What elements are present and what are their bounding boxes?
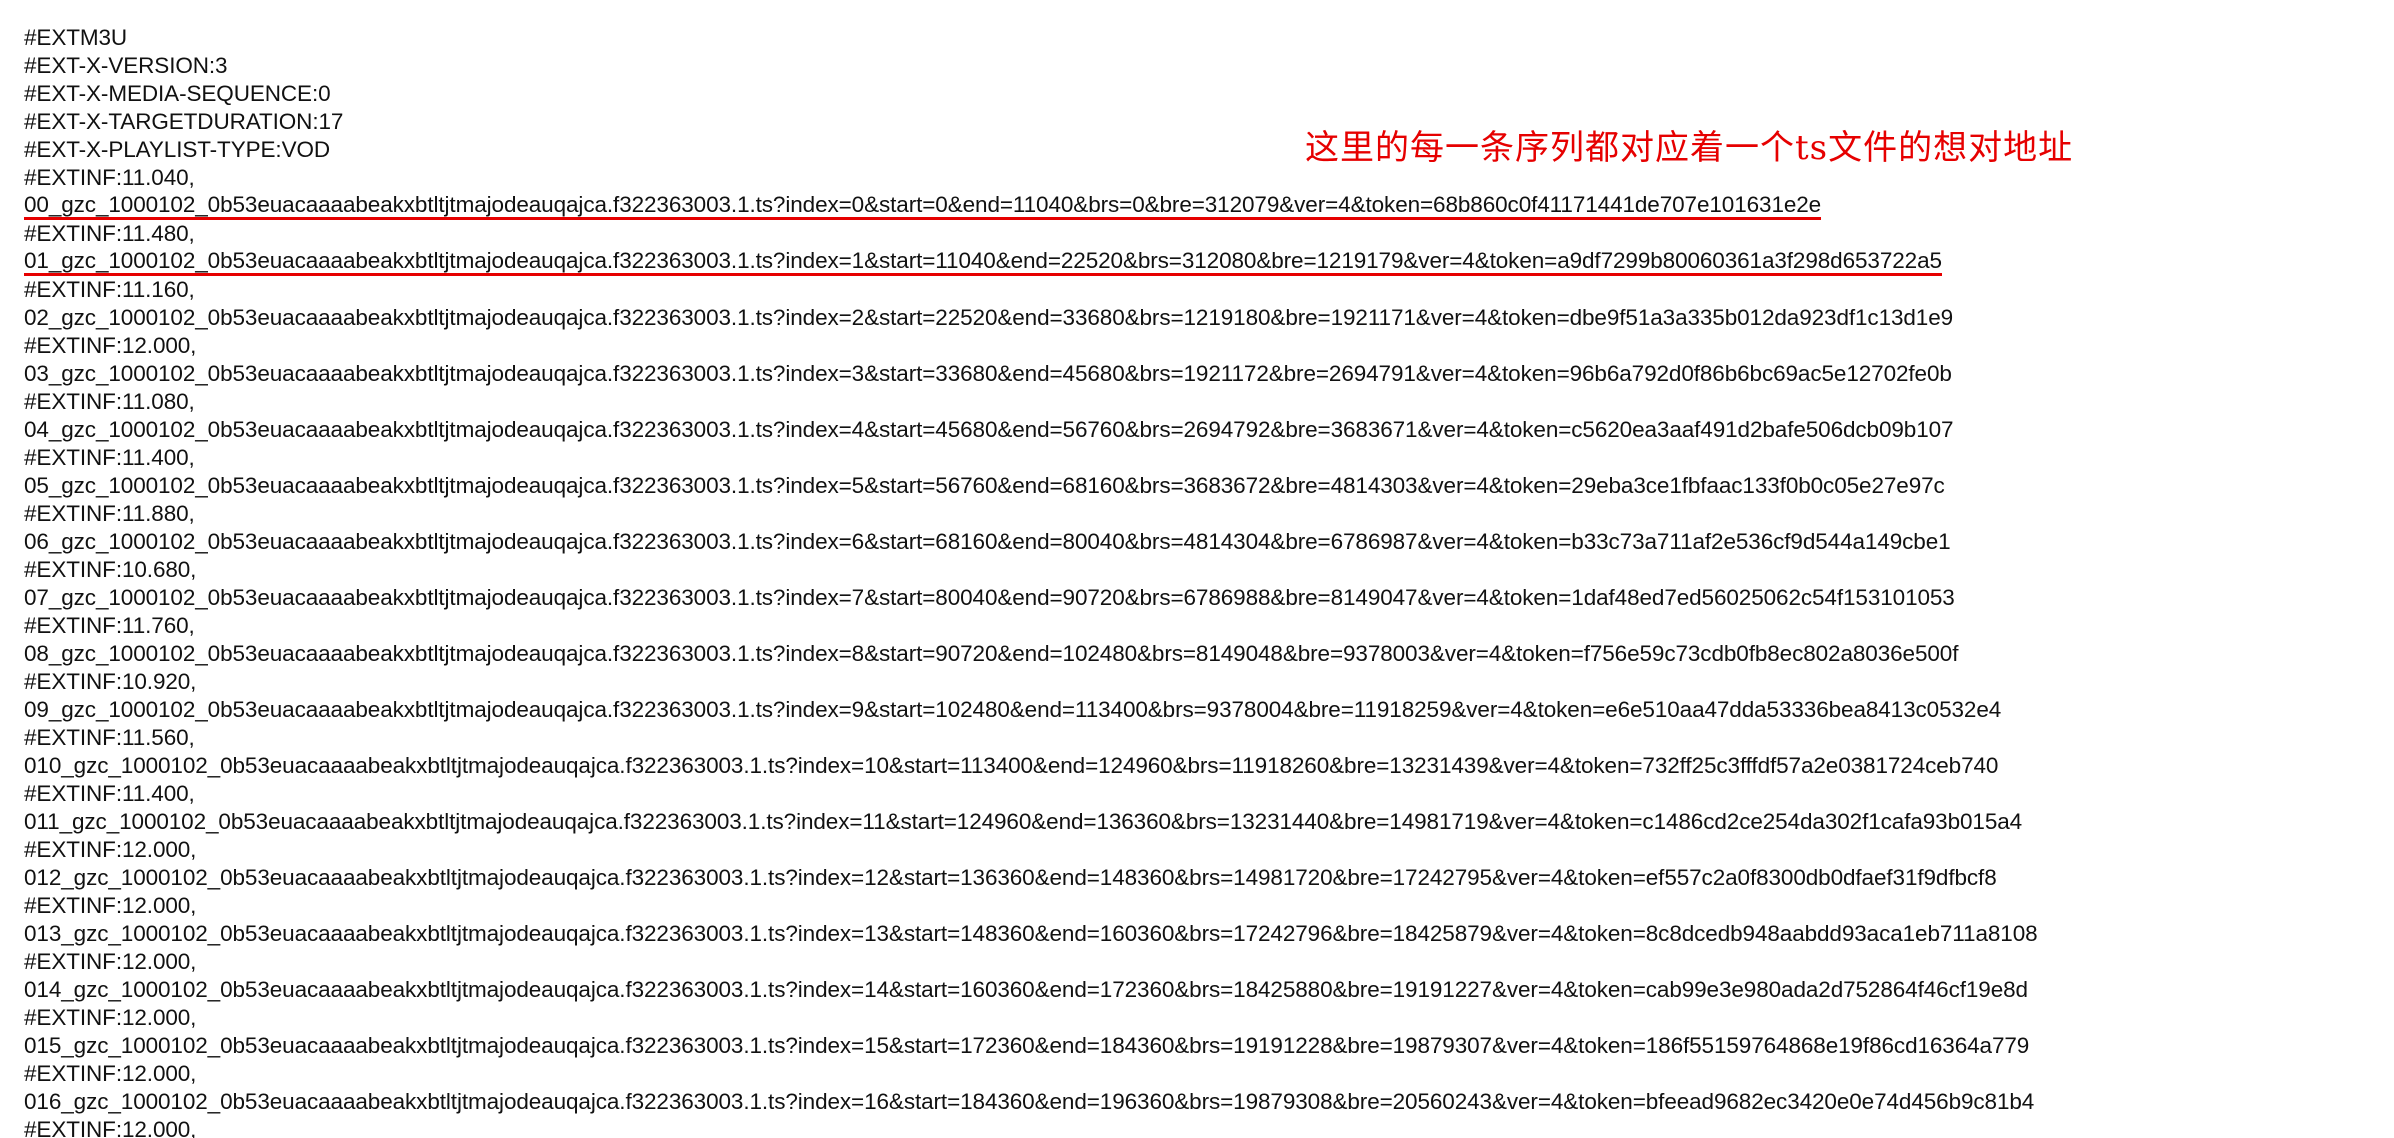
segment-line: 015_gzc_1000102_0b53euacaaaabeakxbtltjtm…: [24, 1033, 2030, 1058]
extinf-line: #EXTINF:11.400,: [24, 781, 195, 806]
segment-line: 09_gzc_1000102_0b53euacaaaabeakxbtltjtma…: [24, 697, 2002, 722]
extinf-line: #EXTINF:11.040,: [24, 165, 195, 190]
segment-line: 014_gzc_1000102_0b53euacaaaabeakxbtltjtm…: [24, 977, 2028, 1002]
extinf-line: #EXTINF:12.000,: [24, 837, 197, 862]
m3u8-file-view: #EXTM3U #EXT-X-VERSION:3 #EXT-X-MEDIA-SE…: [0, 0, 2394, 1138]
segment-line: 02_gzc_1000102_0b53euacaaaabeakxbtltjtma…: [24, 305, 1954, 330]
segment-line-underlined: 00_gzc_1000102_0b53euacaaaabeakxbtltjtma…: [24, 192, 1821, 220]
segment-line: 07_gzc_1000102_0b53euacaaaabeakxbtltjtma…: [24, 585, 1955, 610]
extinf-line: #EXTINF:11.880,: [24, 501, 195, 526]
extinf-line: #EXTINF:10.920,: [24, 669, 197, 694]
segment-line: 04_gzc_1000102_0b53euacaaaabeakxbtltjtma…: [24, 417, 1954, 442]
extinf-line: #EXTINF:12.000,: [24, 333, 197, 358]
annotation-note: 这里的每一条序列都对应着一个ts文件的想对地址: [1305, 128, 2074, 168]
extinf-line: #EXTINF:12.000,: [24, 949, 197, 974]
segment-line: 016_gzc_1000102_0b53euacaaaabeakxbtltjtm…: [24, 1089, 2035, 1114]
segment-line: 013_gzc_1000102_0b53euacaaaabeakxbtltjtm…: [24, 921, 2038, 946]
segment-line: 03_gzc_1000102_0b53euacaaaabeakxbtltjtma…: [24, 361, 1952, 386]
extinf-line: #EXTINF:10.680,: [24, 557, 197, 582]
extinf-line: #EXTINF:11.400,: [24, 445, 195, 470]
extinf-line: #EXTINF:12.000,: [24, 1005, 197, 1030]
segment-line: 011_gzc_1000102_0b53euacaaaabeakxbtltjtm…: [24, 809, 2023, 834]
segment-line: 010_gzc_1000102_0b53euacaaaabeakxbtltjtm…: [24, 753, 1999, 778]
extinf-line: #EXTINF:11.160,: [24, 277, 195, 302]
file-line-media-sequence: #EXT-X-MEDIA-SEQUENCE:0: [24, 81, 331, 106]
extinf-line: #EXTINF:12.000,: [24, 1117, 197, 1138]
extinf-line: #EXTINF:11.760,: [24, 613, 195, 638]
segment-line-underlined: 01_gzc_1000102_0b53euacaaaabeakxbtltjtma…: [24, 248, 1942, 276]
playlist-lines: #EXTM3U #EXT-X-VERSION:3 #EXT-X-MEDIA-SE…: [24, 24, 2038, 1138]
segment-line: 06_gzc_1000102_0b53euacaaaabeakxbtltjtma…: [24, 529, 1951, 554]
segment-line: 08_gzc_1000102_0b53euacaaaabeakxbtltjtma…: [24, 641, 1959, 666]
segment-line: 05_gzc_1000102_0b53euacaaaabeakxbtltjtma…: [24, 473, 1945, 498]
extinf-line: #EXTINF:11.480,: [24, 221, 195, 246]
extinf-line: #EXTINF:11.560,: [24, 725, 195, 750]
file-line-header: #EXTM3U: [24, 25, 128, 50]
file-line-version: #EXT-X-VERSION:3: [24, 53, 228, 78]
segment-line: 012_gzc_1000102_0b53euacaaaabeakxbtltjtm…: [24, 865, 1997, 890]
extinf-line: #EXTINF:12.000,: [24, 893, 197, 918]
extinf-line: #EXTINF:12.000,: [24, 1061, 197, 1086]
extinf-line: #EXTINF:11.080,: [24, 389, 195, 414]
